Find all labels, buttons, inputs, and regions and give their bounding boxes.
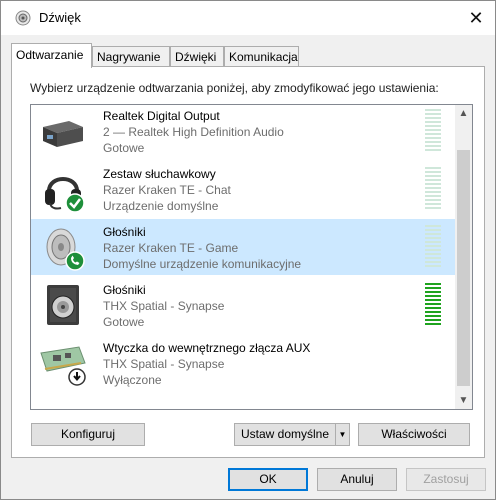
apply-button[interactable]: Zastosuj: [406, 468, 486, 491]
tab-sounds[interactable]: Dźwięki: [170, 46, 224, 67]
device-subtitle: 2 — Realtek High Definition Audio: [103, 125, 284, 139]
speaker-box-icon: [47, 285, 79, 325]
device-name: Głośniki: [103, 283, 146, 297]
device-item-aux-plug[interactable]: Wtyczka do wewnętrznego złącza AUX THX S…: [31, 335, 455, 391]
window-title: Dźwięk: [39, 10, 81, 25]
ok-button[interactable]: OK: [228, 468, 308, 491]
headset-icon: [45, 177, 85, 213]
close-button[interactable]: ✕: [461, 5, 491, 31]
speaker-title-icon: [15, 10, 31, 26]
scroll-down-icon[interactable]: ▼: [455, 392, 472, 409]
device-item-speakers-game[interactable]: Głośniki Razer Kraken TE - Game Domyślne…: [31, 219, 455, 275]
device-list[interactable]: Realtek Digital Output 2 — Realtek High …: [30, 104, 473, 410]
device-subtitle: THX Spatial - Synapse: [103, 357, 225, 371]
set-default-split-button[interactable]: Ustaw domyślne ▼: [234, 423, 350, 446]
level-meter: [425, 109, 441, 153]
list-scrollbar[interactable]: ▲ ▼: [455, 105, 472, 409]
level-meter: [425, 283, 441, 327]
device-name: Zestaw słuchawkowy: [103, 167, 216, 181]
device-status: Domyślne urządzenie komunikacyjne: [103, 257, 302, 271]
circuit-board-icon: [40, 346, 86, 386]
sound-dialog: Dźwięk ✕ Odtwarzanie Nagrywanie Dźwięki …: [0, 0, 496, 500]
tab-communications[interactable]: Komunikacja: [224, 46, 299, 67]
device-subtitle: Razer Kraken TE - Chat: [103, 183, 231, 197]
spdif-box-icon: [43, 121, 83, 147]
device-status: Wyłączone: [103, 373, 162, 387]
device-item-headset[interactable]: Zestaw słuchawkowy Razer Kraken TE - Cha…: [31, 161, 455, 217]
tab-playback[interactable]: Odtwarzanie: [11, 43, 92, 68]
instruction-text: Wybierz urządzenie odtwarzania poniżej, …: [30, 81, 439, 95]
device-status: Gotowe: [103, 315, 145, 329]
device-item-realtek-digital-output[interactable]: Realtek Digital Output 2 — Realtek High …: [31, 105, 455, 159]
speaker-icon: [46, 228, 85, 271]
tab-strip: Odtwarzanie Nagrywanie Dźwięki Komunikac…: [11, 43, 491, 68]
dropdown-arrow-icon[interactable]: ▼: [335, 424, 349, 445]
scroll-up-icon[interactable]: ▲: [455, 105, 472, 122]
device-name: Realtek Digital Output: [103, 109, 220, 123]
device-name: Wtyczka do wewnętrznego złącza AUX: [103, 341, 311, 355]
cancel-button[interactable]: Anuluj: [317, 468, 397, 491]
device-status: Urządzenie domyślne: [103, 199, 219, 213]
device-status: Gotowe: [103, 141, 145, 155]
properties-button[interactable]: Właściwości: [358, 423, 470, 446]
device-name: Głośniki: [103, 225, 146, 239]
level-meter: [425, 167, 441, 211]
device-item-speakers-thx[interactable]: Głośniki THX Spatial - Synapse Gotowe: [31, 277, 455, 333]
tab-recording[interactable]: Nagrywanie: [92, 46, 170, 67]
device-subtitle: Razer Kraken TE - Game: [103, 241, 239, 255]
title-bar[interactable]: Dźwięk ✕: [1, 1, 495, 35]
configure-button[interactable]: Konfiguruj: [31, 423, 145, 446]
set-default-label[interactable]: Ustaw domyślne: [235, 424, 335, 445]
scroll-thumb[interactable]: [457, 150, 470, 386]
level-meter: [425, 225, 441, 269]
playback-panel: Wybierz urządzenie odtwarzania poniżej, …: [11, 66, 485, 458]
device-subtitle: THX Spatial - Synapse: [103, 299, 225, 313]
